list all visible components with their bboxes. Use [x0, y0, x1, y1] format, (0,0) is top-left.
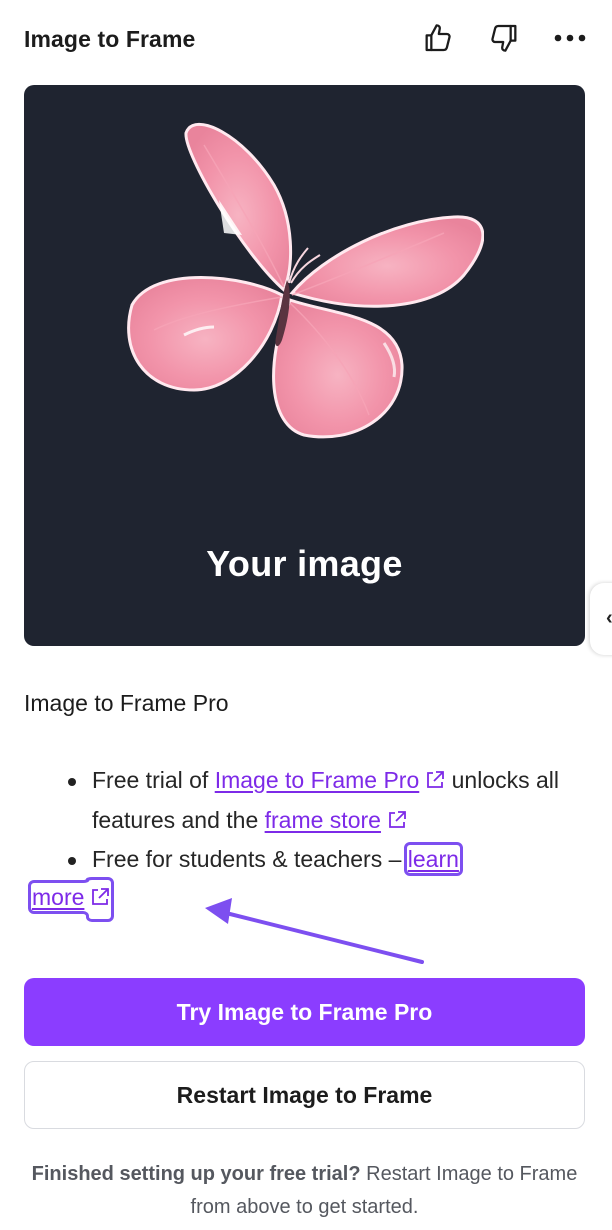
image-preview: Your image: [24, 85, 585, 646]
thumbs-up-icon[interactable]: [420, 20, 456, 56]
more-options-icon[interactable]: [552, 20, 588, 56]
butterfly-image: [127, 122, 484, 439]
feature-list: Free trial of Image to Frame Pro unlocks…: [27, 762, 600, 918]
list-item: Free for students & teachers – learn: [60, 841, 600, 879]
section-title: Image to Frame Pro: [24, 690, 229, 716]
preview-label: Your image: [206, 543, 403, 584]
try-pro-button[interactable]: Try Image to Frame Pro: [24, 978, 585, 1046]
learn-more-link-continued[interactable]: more: [27, 879, 115, 914]
restart-button[interactable]: Restart Image to Frame: [24, 1061, 585, 1129]
external-link-icon: [387, 804, 407, 842]
external-link-icon: [90, 881, 110, 919]
panel-collapse-tab[interactable]: ‹: [590, 583, 612, 655]
app-title: Image to Frame: [24, 25, 196, 52]
footer-note: Finished setting up your free trial? Res…: [31, 1163, 578, 1218]
thumbs-down-icon[interactable]: [486, 20, 522, 56]
image-to-frame-pro-link[interactable]: Image to Frame Pro: [215, 767, 420, 793]
list-item: Free trial of Image to Frame Pro unlocks…: [60, 762, 600, 841]
external-link-icon: [425, 764, 445, 802]
header: Image to Frame: [24, 16, 588, 62]
frame-store-link[interactable]: frame store: [265, 807, 381, 833]
learn-more-link[interactable]: learn: [403, 842, 463, 876]
header-actions: [390, 20, 588, 56]
chevron-left-icon: ‹: [606, 607, 612, 630]
